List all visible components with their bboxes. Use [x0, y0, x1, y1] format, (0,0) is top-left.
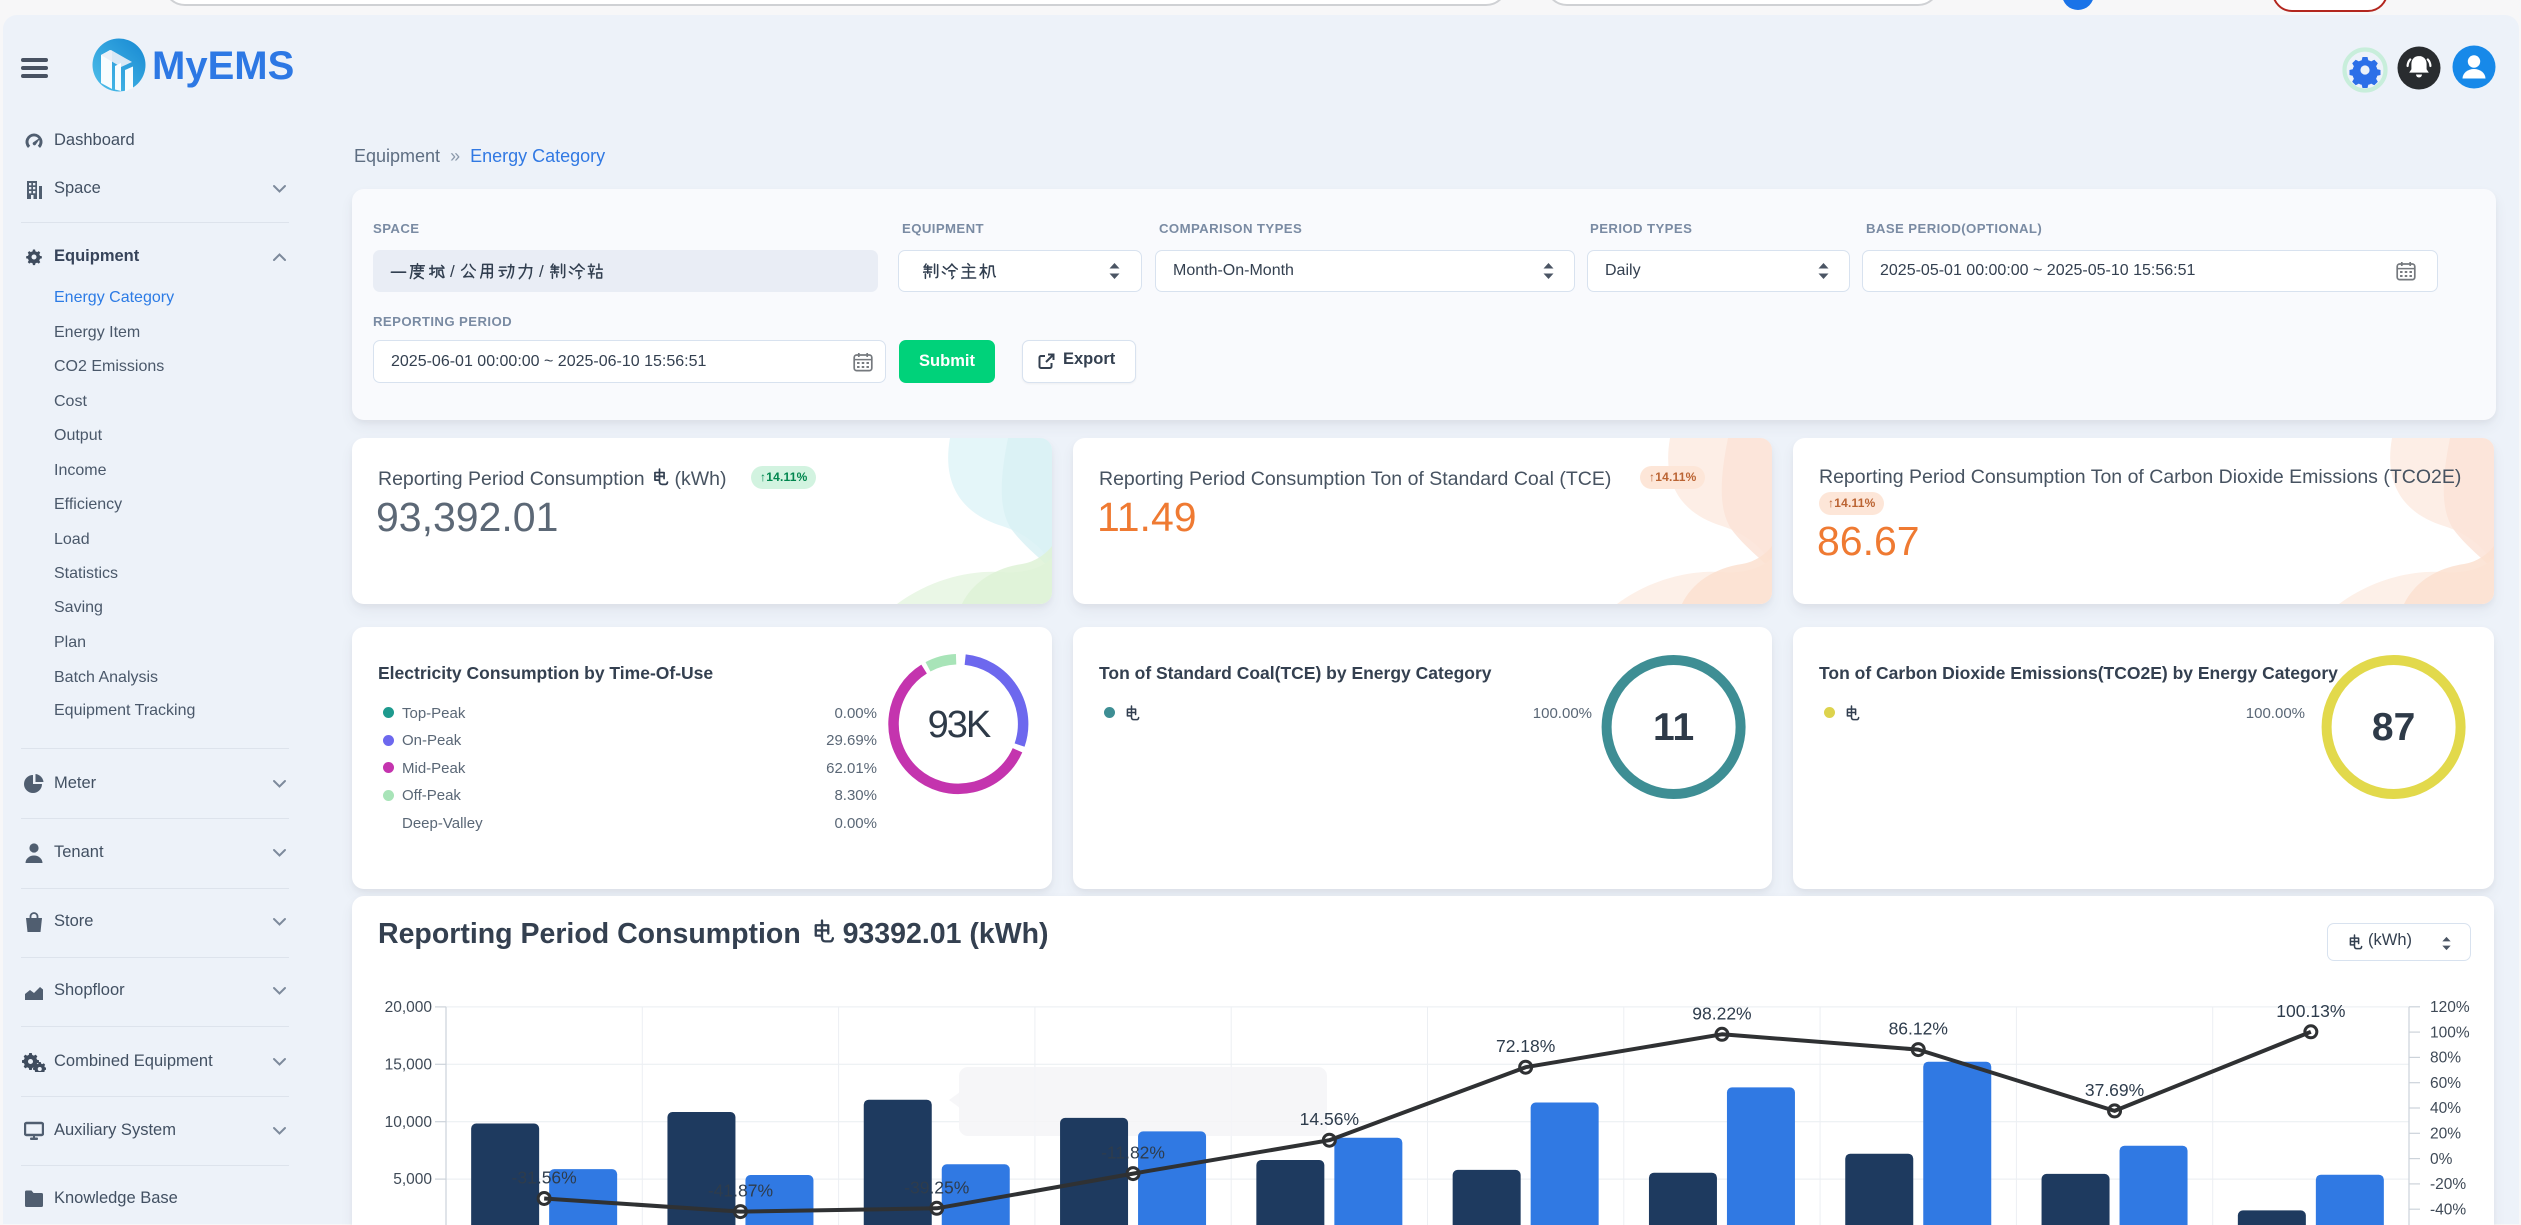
svg-text:20,000: 20,000 [385, 999, 433, 1016]
svg-text:72.18%: 72.18% [1496, 1036, 1555, 1056]
svg-text:20%: 20% [2430, 1126, 2461, 1143]
svg-text:5,000: 5,000 [393, 1171, 432, 1188]
svg-text:100.13%: 100.13% [2276, 1001, 2345, 1021]
svg-text:10,000: 10,000 [385, 1114, 433, 1131]
svg-text:-40%: -40% [2430, 1201, 2466, 1218]
svg-text:86.12%: 86.12% [1889, 1019, 1948, 1039]
svg-text:100%: 100% [2430, 1024, 2470, 1041]
svg-text:-31.56%: -31.56% [512, 1168, 577, 1188]
svg-text:11: 11 [1653, 706, 1694, 749]
svg-text:-39.25%: -39.25% [904, 1177, 969, 1197]
svg-text:0%: 0% [2430, 1151, 2453, 1168]
svg-text:40%: 40% [2430, 1100, 2461, 1117]
svg-text:120%: 120% [2430, 999, 2470, 1016]
svg-text:60%: 60% [2430, 1075, 2461, 1092]
svg-text:-11.82%: -11.82% [1101, 1143, 1165, 1163]
svg-text:87: 87 [2372, 706, 2415, 749]
svg-text:14.56%: 14.56% [1300, 1109, 1359, 1129]
svg-text:/: / [450, 262, 455, 281]
svg-text:80%: 80% [2430, 1050, 2461, 1067]
svg-text:-20%: -20% [2430, 1176, 2466, 1193]
svg-text:/: / [539, 262, 544, 281]
svg-text:37.69%: 37.69% [2085, 1080, 2144, 1100]
svg-text:-41.87%: -41.87% [708, 1181, 773, 1201]
svg-text:98.22%: 98.22% [1692, 1003, 1751, 1023]
svg-text:93K: 93K [928, 704, 991, 746]
svg-text:15,000: 15,000 [385, 1056, 433, 1073]
